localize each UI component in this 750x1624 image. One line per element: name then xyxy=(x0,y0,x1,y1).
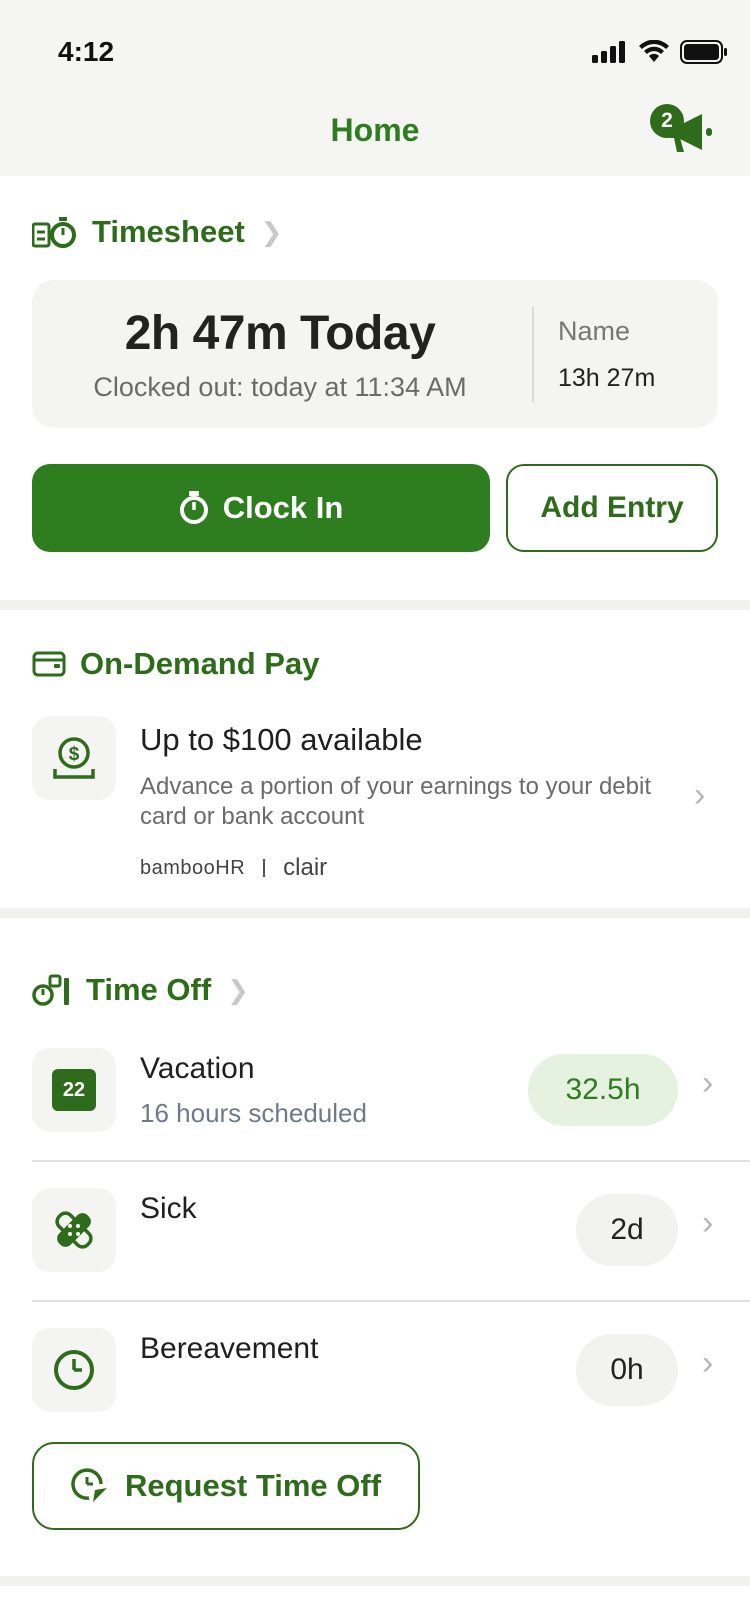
time-off-icon xyxy=(32,974,69,1006)
time-off-subtitle: 16 hours scheduled xyxy=(140,1098,367,1128)
name-label: Name xyxy=(558,316,631,346)
clock-in-label: Clock In xyxy=(222,490,344,525)
row-divider xyxy=(32,1160,750,1162)
status-time: 4:12 xyxy=(58,36,115,67)
timesheet-title: Timesheet xyxy=(92,214,245,249)
section-separator xyxy=(0,600,750,610)
cash-hand-icon: $ xyxy=(53,737,95,779)
bandage-icon xyxy=(55,1211,93,1249)
announcements-button[interactable]: 2 xyxy=(650,104,720,160)
time-off-name: Bereavement xyxy=(140,1332,319,1365)
top-bar: 4:12 Home 2 xyxy=(0,0,750,176)
request-time-off-label: Request Time Off xyxy=(124,1468,382,1503)
page-title: Home xyxy=(330,112,420,148)
hours-today: 2h 47m Today xyxy=(124,307,436,360)
partner-logos: bambooHR clair xyxy=(140,854,327,882)
notification-badge: 2 xyxy=(650,104,684,138)
request-time-off-button[interactable]: Request Time Off xyxy=(32,1442,420,1530)
chevron-right-icon: ❯ xyxy=(227,974,249,1005)
time-off-name: Sick xyxy=(140,1192,197,1225)
balance-pill: 0h xyxy=(576,1334,678,1406)
add-entry-button[interactable]: Add Entry xyxy=(506,464,718,552)
chevron-right-icon: › xyxy=(702,1344,714,1382)
odp-icon-box: $ xyxy=(32,716,116,800)
calendar-day: 22 xyxy=(62,1078,86,1101)
wallet-icon xyxy=(32,651,66,677)
section-separator xyxy=(0,1576,750,1586)
clocked-status: Clocked out: today at 11:34 AM xyxy=(93,372,467,402)
stopwatch-icon xyxy=(179,491,208,524)
clair-logo: clair xyxy=(283,854,328,881)
on-demand-pay-header: On-Demand Pay xyxy=(32,646,319,682)
logo-divider xyxy=(263,859,266,877)
status-icons xyxy=(592,40,728,64)
time-off-title: Time Off xyxy=(86,972,212,1007)
clock-plane-icon xyxy=(71,1468,107,1502)
balance-pill: 2d xyxy=(576,1194,678,1266)
name-total-hours: 13h 27m xyxy=(558,364,656,392)
vacation-icon-box: 22 xyxy=(32,1048,116,1132)
wifi-icon xyxy=(639,40,669,62)
section-separator xyxy=(0,908,750,918)
clock-icon xyxy=(54,1350,94,1390)
odp-headline: Up to $100 available xyxy=(140,722,423,757)
chevron-right-icon: ❯ xyxy=(260,216,283,247)
chevron-right-icon: › xyxy=(702,1064,714,1102)
bereavement-icon-box xyxy=(32,1328,116,1412)
calendar-icon: 22 xyxy=(52,1069,96,1111)
signal-icon xyxy=(592,41,625,63)
time-off-header[interactable]: Time Off ❯ xyxy=(32,972,249,1008)
chevron-right-icon: › xyxy=(694,776,706,814)
svg-text:$: $ xyxy=(69,744,80,765)
time-off-row-vacation[interactable]: 22 Vacation 16 hours scheduled 32.5h › xyxy=(32,1048,750,1132)
time-off-row-sick[interactable]: Sick 2d › xyxy=(32,1188,750,1272)
row-divider xyxy=(32,1300,750,1302)
chevron-right-icon: › xyxy=(702,1204,714,1242)
on-demand-pay-title: On-Demand Pay xyxy=(80,646,320,681)
clock-in-button[interactable]: Clock In xyxy=(32,464,490,552)
divider xyxy=(532,306,534,402)
sick-icon-box xyxy=(32,1188,116,1272)
time-off-row-bereavement[interactable]: Bereavement 0h › xyxy=(32,1328,750,1412)
time-off-name: Vacation xyxy=(140,1052,255,1085)
timesheet-summary-card[interactable]: 2h 47m Today Clocked out: today at 11:34… xyxy=(32,280,718,428)
balance-pill: 32.5h xyxy=(528,1054,678,1126)
timesheet-header[interactable]: Timesheet ❯ xyxy=(32,214,283,250)
odp-description: Advance a portion of your earnings to yo… xyxy=(140,773,651,830)
battery-icon xyxy=(680,40,727,64)
bamboohr-logo: bambooHR xyxy=(140,856,246,879)
timesheet-icon xyxy=(32,217,76,248)
